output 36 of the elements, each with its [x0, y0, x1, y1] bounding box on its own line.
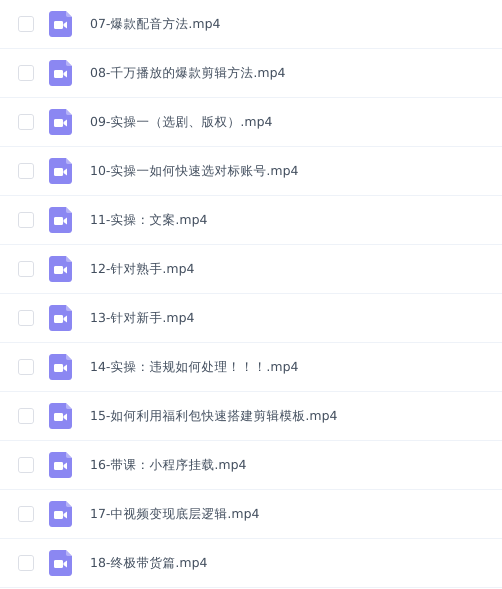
video-file-icon: [49, 11, 72, 37]
file-name[interactable]: 08-千万播放的爆款剪辑方法.mp4: [90, 64, 286, 82]
video-file-icon: [49, 305, 72, 331]
checkbox[interactable]: [18, 359, 34, 375]
video-file-icon: [49, 354, 72, 380]
video-file-icon: [49, 158, 72, 184]
file-name[interactable]: 15-如何利用福利包快速搭建剪辑模板.mp4: [90, 408, 338, 424]
checkbox[interactable]: [18, 457, 34, 473]
video-file-icon: [49, 403, 72, 429]
video-file-icon: [49, 256, 72, 282]
video-file-icon: [49, 207, 72, 233]
checkbox[interactable]: [18, 163, 34, 179]
file-name[interactable]: 12-针对熟手.mp4: [90, 260, 194, 278]
checkbox[interactable]: [18, 65, 34, 81]
checkbox[interactable]: [18, 114, 34, 130]
video-file-icon: [49, 501, 72, 527]
video-file-icon: [49, 109, 72, 135]
video-file-icon: [49, 60, 72, 86]
file-name[interactable]: 09-实操一（选剧、版权）.mp4: [90, 114, 272, 130]
checkbox[interactable]: [18, 212, 34, 228]
file-name[interactable]: 10-实操一如何快速选对标账号.mp4: [90, 162, 298, 180]
video-file-icon: [49, 452, 72, 478]
file-name[interactable]: 13-针对新手.mp4: [90, 310, 194, 326]
file-name[interactable]: 18-终极带货篇.mp4: [90, 554, 208, 572]
video-file-icon: [49, 550, 72, 576]
file-name[interactable]: 07-爆款配音方法.mp4: [90, 16, 220, 32]
checkbox[interactable]: [18, 408, 34, 424]
checkbox[interactable]: [18, 261, 34, 277]
checkbox[interactable]: [18, 16, 34, 32]
file-name[interactable]: 16-带课：小程序挂载.mp4: [90, 456, 246, 474]
file-name[interactable]: 17-中视频变现底层逻辑.mp4: [90, 506, 260, 522]
checkbox[interactable]: [18, 506, 34, 522]
file-name[interactable]: 14-实操：违规如何处理！！！.mp4: [90, 358, 298, 376]
checkbox[interactable]: [18, 555, 34, 571]
checkbox[interactable]: [18, 310, 34, 326]
file-name[interactable]: 11-实操：文案.mp4: [90, 212, 208, 228]
